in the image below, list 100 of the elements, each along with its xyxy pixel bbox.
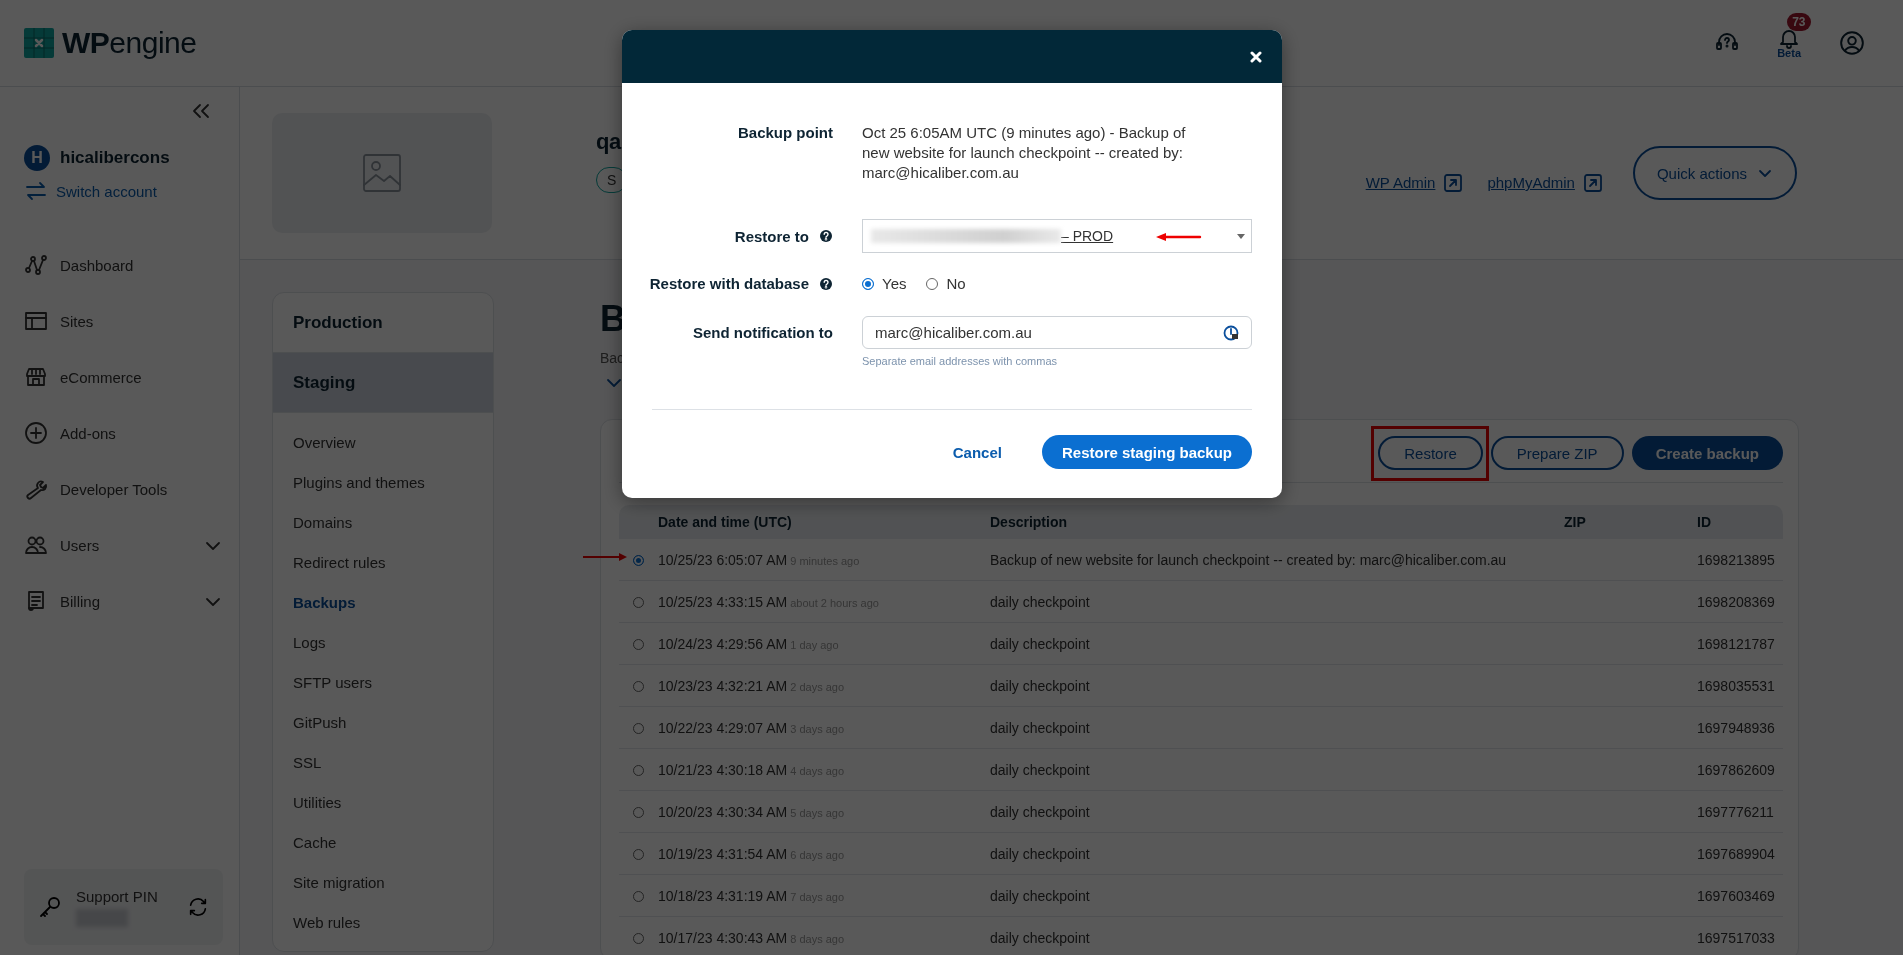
nav-item[interactable]: Add-ons	[24, 405, 223, 461]
help-icon[interactable]	[819, 276, 833, 291]
page-description: Bac	[600, 350, 625, 366]
radio-button[interactable]	[632, 681, 644, 693]
option-label: Yes	[882, 275, 907, 292]
user-icon[interactable]	[1839, 30, 1865, 56]
external-link-icon	[1443, 172, 1464, 193]
account-name: hicalibercons	[60, 148, 170, 168]
nav-item[interactable]: eCommerce	[24, 349, 223, 405]
date-cell: 10/23/23 4:32:21 AM	[658, 677, 788, 694]
subnav-item[interactable]: Cache	[273, 822, 493, 862]
radio-button[interactable]	[632, 891, 644, 903]
field-label: Backup point	[738, 123, 833, 143]
notification-badge: 73	[1787, 13, 1811, 31]
action-button[interactable]: Create backup	[1631, 436, 1783, 470]
action-button[interactable]: Prepare ZIP	[1490, 436, 1624, 470]
restore-to-select[interactable]: – PROD	[862, 219, 1252, 253]
radio-button[interactable]	[632, 765, 644, 777]
radio-button[interactable]	[632, 555, 644, 567]
description-cell: daily checkpoint	[990, 761, 1090, 778]
column-header: ZIP	[1564, 514, 1586, 530]
help-icon[interactable]	[819, 229, 833, 243]
description-cell: daily checkpoint	[990, 887, 1090, 904]
radio-button[interactable]	[632, 933, 644, 945]
key-icon	[38, 895, 62, 919]
date-cell: 10/18/23 4:31:19 AM	[658, 887, 788, 904]
password-manager-icon	[1223, 324, 1239, 341]
subnav-item[interactable]: Redirect rules	[273, 542, 493, 582]
refresh-icon[interactable]	[187, 896, 209, 918]
account-avatar: H	[24, 145, 50, 171]
nav-item[interactable]: Dashboard	[24, 237, 223, 293]
id-cell: 1697862609	[1697, 761, 1775, 778]
radio-button[interactable]	[632, 807, 644, 819]
description-cell: daily checkpoint	[990, 803, 1090, 820]
email-field[interactable]: marc@hicaliber.com.au	[862, 316, 1252, 349]
field-label: Restore to	[734, 227, 809, 245]
column-header: ID	[1697, 514, 1711, 530]
environment-tab[interactable]: Staging	[273, 353, 493, 413]
date-cell: 10/21/23 4:30:18 AM	[658, 761, 788, 778]
description-cell: daily checkpoint	[990, 719, 1090, 736]
subnav-item[interactable]: Web rules	[273, 902, 493, 942]
store-icon	[24, 365, 48, 389]
id-cell: 1698213895	[1697, 551, 1775, 568]
subnav-item[interactable]: SFTP users	[273, 662, 493, 702]
nav-item[interactable]: Developer Tools	[24, 461, 223, 517]
logo-text: WPengine	[62, 26, 197, 60]
description-cell: Backup of new website for launch checkpoint -- created by: marc@hicaliber.com.au	[990, 551, 1507, 568]
subnav-item[interactable]: Domains	[273, 502, 493, 542]
radio-button[interactable]	[632, 597, 644, 609]
sites-icon	[24, 309, 48, 333]
action-button[interactable]: Restore	[1378, 436, 1483, 470]
radio-button[interactable]	[862, 277, 874, 290]
option-label: No	[946, 275, 966, 292]
date-cell: 10/20/23 4:30:34 AM	[658, 803, 788, 820]
description-cell: daily checkpoint	[990, 929, 1090, 946]
subnav-item[interactable]: SSL	[273, 742, 493, 782]
beta-label: Beta	[1777, 47, 1801, 59]
id-cell: 1698208369	[1697, 593, 1775, 610]
subnav-item[interactable]: Overview	[273, 422, 493, 462]
cancel-link[interactable]: Cancel	[952, 443, 1002, 461]
field-label: Send notification to	[693, 324, 833, 341]
site-name: qa	[596, 129, 621, 155]
date-cell: 10/24/23 4:29:56 AM	[658, 635, 788, 652]
id-cell: 1698121787	[1697, 635, 1775, 652]
dashboard-icon	[24, 253, 48, 277]
swap-icon	[24, 179, 48, 203]
caret-down-icon	[1237, 234, 1245, 239]
environment-name: – PROD	[1061, 228, 1114, 244]
date-cell: 10/25/23 4:33:15 AM	[658, 593, 788, 610]
switch-account-link[interactable]: Switch account	[24, 179, 223, 203]
submit-button[interactable]: Restore staging backup	[1041, 435, 1252, 469]
id-cell: 1697517033	[1697, 929, 1775, 946]
subnav-item[interactable]: Logs	[273, 622, 493, 662]
backup-point-text: Oct 25 6:05AM UTC (9 minutes ago) - Backup of new website for launch checkpoint -- created by: marc@hicaliber.com.au	[862, 123, 1187, 183]
date-cell: 10/25/23 6:05:07 AM	[658, 551, 788, 568]
logo-icon	[24, 28, 54, 58]
external-link[interactable]: WP Admin	[1365, 172, 1464, 193]
description-cell: daily checkpoint	[990, 845, 1090, 862]
external-link[interactable]: phpMyAdmin	[1487, 172, 1603, 193]
subnav-item[interactable]: Plugins and themes	[273, 462, 493, 502]
nav-item[interactable]: Sites	[24, 293, 223, 349]
collapse-icon[interactable]	[191, 103, 211, 119]
quick-actions-button[interactable]: Quick actions	[1632, 146, 1797, 200]
subnav-item[interactable]: GitPush	[273, 702, 493, 742]
radio-button[interactable]	[632, 723, 644, 735]
support-pin-label: Support PIN	[76, 887, 159, 905]
add-icon	[24, 421, 48, 445]
column-header: Description	[990, 514, 1067, 530]
nav-item[interactable]: Users	[24, 517, 223, 573]
column-header: Date and time (UTC)	[658, 514, 792, 530]
id-cell: 1698035531	[1697, 677, 1775, 694]
nav-item[interactable]: Billing	[24, 573, 223, 629]
id-cell: 1697948936	[1697, 719, 1775, 736]
subnav-item[interactable]: Backups	[273, 582, 493, 622]
page-heading: B	[600, 298, 626, 340]
radio-button[interactable]	[632, 639, 644, 651]
subnav-item[interactable]: Utilities	[273, 782, 493, 822]
radio-button[interactable]	[632, 849, 644, 861]
close-icon[interactable]	[1250, 50, 1262, 63]
subnav-item[interactable]: Site migration	[273, 862, 493, 902]
